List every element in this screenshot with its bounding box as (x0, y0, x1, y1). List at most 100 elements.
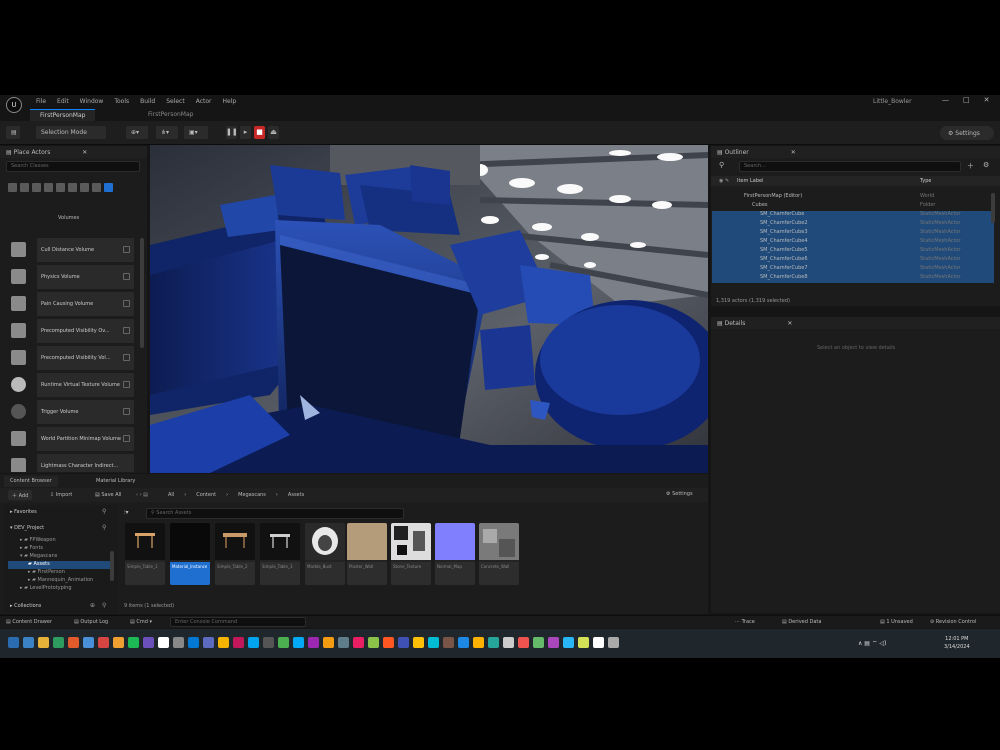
asset-tile[interactable]: Concrete_Wall (479, 523, 519, 585)
settings-icon[interactable]: ⚙ (983, 161, 993, 172)
eject-icon[interactable]: ⏏ (268, 126, 279, 139)
content-settings-button[interactable]: ⚙ Settings (666, 491, 693, 497)
asset-tile[interactable]: Stone_Texture (391, 523, 431, 585)
level-viewport[interactable] (150, 145, 708, 473)
breadcrumb-item[interactable]: Content (196, 492, 216, 498)
taskbar-app-icon[interactable] (353, 637, 364, 648)
trace-button[interactable]: ⋯ Trace (735, 619, 755, 625)
outliner-row[interactable]: SM_ChamferCube5 StaticMeshActor (712, 247, 994, 256)
history-nav[interactable]: ‹ › ▤ (136, 492, 148, 498)
cinematics-button[interactable]: ▣▾ (184, 126, 208, 139)
outliner-row[interactable]: SM_ChamferCube4 StaticMeshActor (712, 238, 994, 247)
taskbar-app-icon[interactable] (323, 637, 334, 648)
taskbar-app-icon[interactable] (128, 637, 139, 648)
search-icon[interactable]: ⚲ (102, 524, 106, 531)
tab-content-browser[interactable]: Content Browser (4, 476, 58, 487)
actor-item[interactable]: Runtime Virtual Texture Volume (8, 373, 134, 397)
step-icon[interactable]: ▸ (240, 126, 251, 139)
unsaved-button[interactable]: ▤ 1 Unsaved (880, 619, 913, 625)
outliner-search-input[interactable]: Search... (739, 161, 961, 172)
actor-item[interactable]: Physics Volume (8, 265, 134, 289)
collections-section[interactable]: ▸ Collections (10, 603, 41, 609)
taskbar-app-icon[interactable] (488, 637, 499, 648)
taskbar-app-icon[interactable] (218, 637, 229, 648)
folder-item[interactable]: ▸ ▰ LevelPrototyping (20, 585, 72, 591)
taskbar-app-icon[interactable] (533, 637, 544, 648)
all-classes-icon[interactable] (92, 183, 101, 192)
search-classes-input[interactable]: Search Classes (6, 161, 140, 172)
add-content-button[interactable]: ⊕▾ (126, 126, 148, 139)
taskbar-app-icon[interactable] (578, 637, 589, 648)
shapes-icon[interactable] (44, 183, 53, 192)
taskbar-app-icon[interactable] (443, 637, 454, 648)
import-button[interactable]: ⇩ Import (50, 492, 72, 498)
asset-search-input[interactable]: ⚲ Search Assets (146, 508, 404, 519)
taskbar-app-icon[interactable] (203, 637, 214, 648)
taskbar-app-icon[interactable] (593, 637, 604, 648)
save-icon[interactable]: ▤ (6, 126, 20, 139)
taskbar-app-icon[interactable] (173, 637, 184, 648)
settings-button[interactable]: ⚙ Settings (940, 126, 994, 140)
asset-tile[interactable]: Simple_Table_1 (125, 523, 165, 585)
taskbar-app-icon[interactable] (98, 637, 109, 648)
folder-item[interactable]: ▸ ▰ Fonts (20, 545, 43, 551)
add-icon[interactable]: ⊕ (90, 602, 95, 609)
cinematic-icon[interactable] (56, 183, 65, 192)
scrollbar[interactable] (110, 551, 114, 581)
actor-item[interactable]: Precomputed Visibility Vol... (8, 346, 134, 370)
cmd-dropdown[interactable]: ▤ Cmd ▾ (130, 619, 152, 625)
taskbar-app-icon[interactable] (68, 637, 79, 648)
outliner-row[interactable]: FirstPersonMap (Editor) World (712, 193, 994, 202)
windows-start-icon[interactable] (8, 637, 19, 648)
folder-item-selected[interactable]: ▰ Assets (8, 561, 112, 569)
actor-item[interactable]: World Partition Minimap Volume (8, 427, 134, 451)
pause-icon[interactable]: ❚❚ (226, 126, 238, 139)
outliner-row[interactable]: SM_ChamferCube7 StaticMeshActor (712, 265, 994, 274)
taskbar-app-icon[interactable] (473, 637, 484, 648)
breadcrumb-item[interactable]: All (168, 492, 174, 498)
system-clock[interactable]: 12:01 PM 3/14/2024 (944, 635, 970, 651)
taskbar-app-icon[interactable] (518, 637, 529, 648)
taskbar-app-icon[interactable] (38, 637, 49, 648)
outliner-row[interactable]: Cubes Folder (712, 202, 994, 211)
output-log-button[interactable]: ▤ Output Log (74, 619, 108, 625)
taskbar-app-icon[interactable] (398, 637, 409, 648)
filter-icon[interactable]: ⚲ (719, 161, 733, 172)
taskbar-app-icon[interactable] (308, 637, 319, 648)
derived-data-button[interactable]: ▤ Derived Data (782, 619, 821, 625)
close-icon[interactable]: ✕ (984, 96, 990, 104)
folder-item[interactable]: ▸ ▰ FirstPerson (28, 569, 65, 575)
selection-mode-dropdown[interactable]: Selection Mode (36, 126, 106, 139)
volumes-icon[interactable] (104, 183, 113, 192)
actor-item[interactable]: Trigger Volume (8, 400, 134, 424)
type-header[interactable]: Type (920, 178, 931, 184)
menu-file[interactable]: File (36, 98, 46, 105)
unreal-logo-icon[interactable]: U (6, 97, 22, 113)
taskbar-app-icon[interactable] (233, 637, 244, 648)
tray-icons[interactable]: ∧ ▤ ⌔ ◁) (858, 639, 886, 647)
asset-tile[interactable]: Normal_Map (435, 523, 475, 585)
taskbar-app-icon[interactable] (458, 637, 469, 648)
save-all-button[interactable]: ▤ Save All (95, 492, 121, 498)
actor-item[interactable]: Precomputed Visibility Ov... (8, 319, 134, 343)
blueprint-button[interactable]: ⋔▾ (156, 126, 178, 139)
asset-tile[interactable]: Plaster_Wall (347, 523, 387, 585)
menu-edit[interactable]: Edit (57, 98, 69, 105)
close-icon[interactable]: ✕ (791, 149, 796, 156)
taskbar-app-icon[interactable] (503, 637, 514, 648)
maximize-icon[interactable]: □ (963, 96, 970, 104)
stop-icon[interactable]: ■ (254, 126, 265, 139)
close-icon[interactable]: ✕ (82, 149, 87, 156)
asset-tile[interactable]: Material_Instance (170, 523, 210, 585)
filter-icon[interactable]: ⫶▾ (124, 509, 129, 517)
scrollbar[interactable] (991, 193, 995, 223)
breadcrumb-item[interactable]: Assets (288, 492, 304, 498)
search-icon[interactable]: ⚲ (102, 508, 106, 515)
outliner-row[interactable]: SM_ChamferCube StaticMeshActor (712, 211, 994, 220)
basic-icon[interactable] (20, 183, 29, 192)
close-icon[interactable]: ✕ (787, 320, 792, 327)
outliner-row[interactable]: SM_ChamferCube8 StaticMeshActor (712, 274, 994, 283)
content-drawer-button[interactable]: ▤ Content Drawer (6, 619, 52, 625)
folder-item[interactable]: ▸ ▰ Mannequin_Animation (28, 577, 93, 583)
taskbar-app-icon[interactable] (563, 637, 574, 648)
